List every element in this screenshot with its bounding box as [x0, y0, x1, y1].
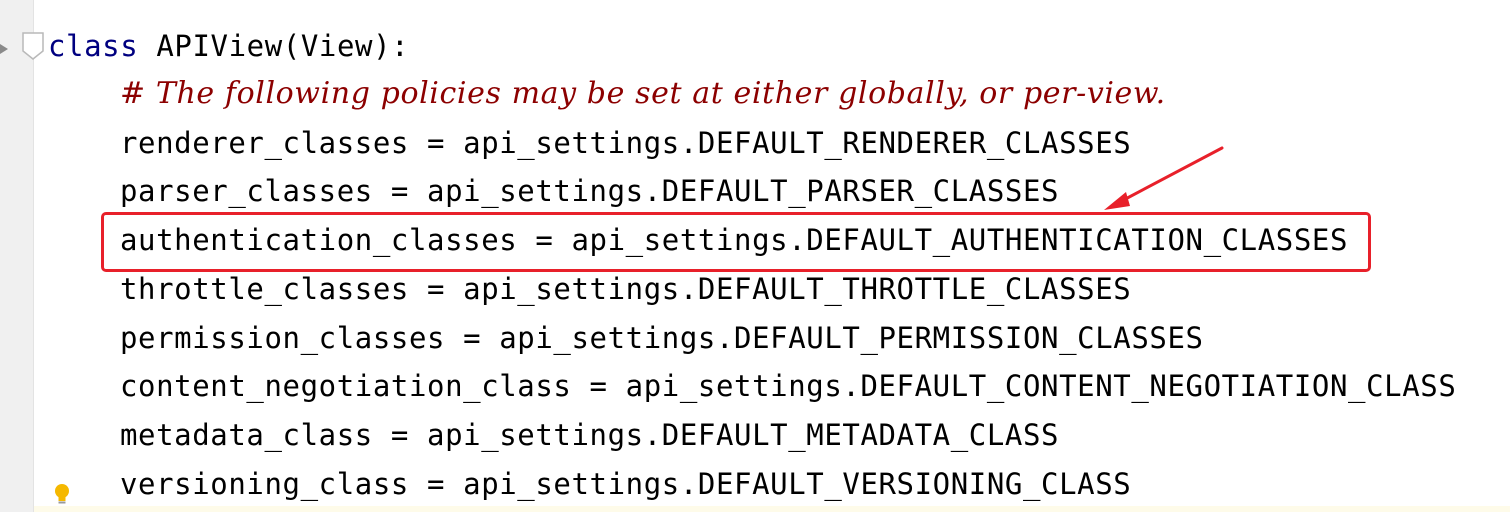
code-line-throttle-classes[interactable]: throttle_classes = api_settings.DEFAULT_…: [120, 265, 1131, 313]
code-editor[interactable]: class APIView(View): # The following pol…: [0, 0, 1510, 512]
code-line-versioning-class[interactable]: versioning_class = api_settings.DEFAULT_…: [120, 460, 1131, 508]
code-line-permission-classes[interactable]: permission_classes = api_settings.DEFAUL…: [120, 314, 1204, 362]
current-line-strip: [34, 506, 1510, 512]
keyword-class: class: [48, 29, 139, 63]
lightbulb-icon[interactable]: [52, 482, 72, 506]
annotation-highlight-box: [101, 212, 1371, 272]
fold-marker-icon[interactable]: [22, 32, 44, 60]
class-declaration-rest: APIView(View):: [138, 29, 410, 63]
code-line-class-declaration[interactable]: class APIView(View):: [48, 22, 409, 70]
code-line-content-negotiation-class[interactable]: content_negotiation_class = api_settings…: [120, 362, 1456, 410]
code-line-renderer-classes[interactable]: renderer_classes = api_settings.DEFAULT_…: [120, 119, 1131, 167]
editor-gutter: [0, 0, 34, 512]
annotation-arrow-icon: [1104, 146, 1224, 210]
code-line-metadata-class[interactable]: metadata_class = api_settings.DEFAULT_ME…: [120, 411, 1059, 459]
code-line-comment[interactable]: # The following policies may be set at e…: [120, 70, 1166, 118]
collapse-arrow-icon[interactable]: [0, 44, 8, 54]
code-line-parser-classes[interactable]: parser_classes = api_settings.DEFAULT_PA…: [120, 167, 1059, 215]
